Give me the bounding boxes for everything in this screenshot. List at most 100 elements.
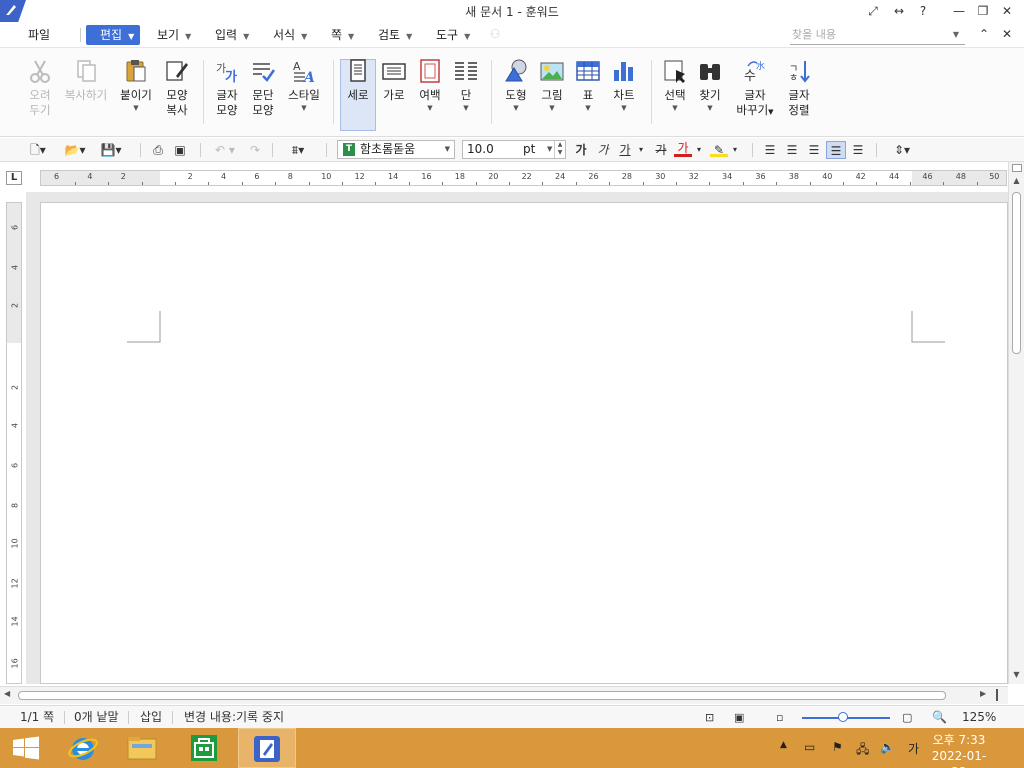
highlight-icon[interactable]: ✎ <box>710 141 728 157</box>
columns-button[interactable]: 단 ▼ <box>450 58 482 113</box>
select-button[interactable]: 선택 ▼ <box>658 58 692 113</box>
para-shape-button[interactable]: 문단 모양 <box>246 58 280 118</box>
print-preview-icon[interactable]: ▣ <box>170 141 190 159</box>
align-right-icon[interactable]: ☰ <box>804 141 824 159</box>
chart-button[interactable]: 차트 ▼ <box>606 58 642 113</box>
ruler-label: 14 <box>10 616 20 627</box>
tray-ime-indicator[interactable]: 가 <box>908 740 919 757</box>
font-name-select[interactable]: T 함초롬돋움 ▼ <box>337 140 455 159</box>
align-center-icon[interactable]: ☰ <box>782 141 802 159</box>
zoom-out-icon[interactable]: ▫ <box>776 710 783 725</box>
menu-format[interactable]: 서식 ▼ <box>267 25 313 45</box>
scroll-down-icon[interactable]: ▼ <box>1009 670 1024 679</box>
size-spinner[interactable]: ▲ ▼ <box>554 141 565 158</box>
align-justify-icon[interactable]: ☰ <box>826 141 846 159</box>
horizontal-scrollbar[interactable]: ◀ ▶ <box>0 686 1008 704</box>
track-changes-status[interactable]: 변경 내용:기록 중지 <box>184 710 284 725</box>
taskbar-hwp[interactable] <box>238 728 296 768</box>
insert-mode[interactable]: 삽입 <box>140 710 162 725</box>
open-folder-icon[interactable]: 📂▾ <box>60 141 90 159</box>
tray-expand-icon[interactable]: ▲ <box>780 740 787 750</box>
fit-width-icon[interactable]: ⊡ <box>705 710 714 725</box>
underline-dropdown-icon[interactable]: ▾ <box>635 141 647 159</box>
vertical-scroll-thumb[interactable] <box>1012 192 1021 354</box>
close-icon[interactable]: ✕ <box>998 3 1016 19</box>
scroll-split-h-icon[interactable] <box>996 689 1002 701</box>
horizontal-ruler[interactable]: 6 4 2 2 4 6 8 10 12 14 16 18 20 22 24 26 28 30 32 34 36 38 40 4… <box>40 170 1011 186</box>
zoom-magnifier-icon[interactable]: 🔍 <box>932 710 947 725</box>
landscape-button[interactable]: 가로 <box>378 58 410 103</box>
menu-insert[interactable]: 입력 ▼ <box>209 25 255 45</box>
font-size-select[interactable]: 10.0 pt ▼ ▲ ▼ <box>462 140 566 159</box>
bold-button[interactable]: 가 <box>572 141 590 159</box>
close-doc-icon[interactable]: ✕ <box>998 26 1016 42</box>
new-doc-icon[interactable]: 🗋▾ <box>26 141 50 159</box>
sort-button[interactable]: ㄱㅎ 글자 정렬 <box>782 58 816 118</box>
fullscreen-icon[interactable]: ⤢ <box>864 3 882 19</box>
document-page[interactable] <box>40 202 1008 684</box>
vertical-ruler[interactable]: 6 4 2 2 4 6 8 10 12 14 16 <box>6 202 22 684</box>
save-icon[interactable]: 💾▾ <box>96 141 126 159</box>
copy-button[interactable]: 복사하기 <box>62 58 110 103</box>
replace-button[interactable]: 수水 글자 바꾸기▼ <box>734 58 776 120</box>
zoom-in-icon[interactable]: ▢ <box>902 710 912 725</box>
menu-page[interactable]: 쪽 ▼ <box>325 25 360 45</box>
redo-icon[interactable]: ↷ <box>244 141 266 159</box>
taskbar-clock[interactable]: 오후 7:33 2022-01-23 <box>928 732 990 768</box>
scroll-right-icon[interactable]: ▶ <box>980 689 986 698</box>
scroll-left-icon[interactable]: ◀ <box>4 689 10 698</box>
char-shape-button[interactable]: 가가 글자 모양 <box>210 58 244 118</box>
menu-edit[interactable]: 편집 ▼ <box>86 25 141 45</box>
align-left-icon[interactable]: ☰ <box>760 141 780 159</box>
zoom-level[interactable]: 125% <box>962 710 996 725</box>
collapse-ribbon-icon[interactable]: ⌃ <box>975 26 993 42</box>
tray-volume-icon[interactable]: 🔈 <box>880 740 895 754</box>
underline-button[interactable]: 가 <box>616 141 634 159</box>
scroll-split-icon[interactable] <box>1012 164 1022 172</box>
menu-file[interactable]: 파일 <box>22 25 56 45</box>
align-distribute-icon[interactable]: ☰ <box>848 141 868 159</box>
picture-button[interactable]: 그림 ▼ <box>536 58 568 113</box>
horizontal-scroll-thumb[interactable] <box>18 691 946 700</box>
format-copy-button[interactable]: 모양 복사 <box>160 58 194 118</box>
paste-button[interactable]: 붙이기 ▼ <box>118 58 154 113</box>
cut-button[interactable]: 오려 두기 <box>22 58 58 118</box>
print-icon[interactable]: ⎙ <box>148 141 168 159</box>
taskbar-explorer[interactable] <box>113 728 171 768</box>
undo-icon[interactable]: ↶ ▾ <box>208 141 242 159</box>
taskbar-store[interactable] <box>175 728 233 768</box>
font-color-button[interactable]: 가 <box>674 141 692 157</box>
zoom-slider-handle[interactable] <box>838 712 849 722</box>
help-icon[interactable]: ? <box>914 3 932 19</box>
strikethrough-button[interactable]: 가 <box>652 141 670 159</box>
scroll-up-icon[interactable]: ▲ <box>1009 176 1024 185</box>
split-view-icon[interactable]: ↔ <box>890 3 908 19</box>
page-view-icon[interactable]: ▣ <box>734 710 744 725</box>
font-color-dropdown-icon[interactable]: ▾ <box>694 141 704 159</box>
tray-keyboard-icon[interactable]: ▭ <box>804 740 815 754</box>
share-icon[interactable]: ⚇ <box>486 26 504 42</box>
menu-view[interactable]: 보기 ▼ <box>151 25 197 45</box>
menu-tools[interactable]: 도구 ▼ <box>430 25 476 45</box>
find-button[interactable]: 찾기 ▼ <box>694 58 726 113</box>
search-input[interactable]: 찾을 내용 ▼ <box>790 26 965 45</box>
tray-network-icon[interactable]: 🖧 <box>856 740 869 761</box>
italic-button[interactable]: 가 <box>594 141 612 159</box>
minimize-icon[interactable]: — <box>950 3 968 19</box>
margin-button[interactable]: 여백 ▼ <box>414 58 446 113</box>
ruler-tab-selector[interactable]: L <box>6 171 22 185</box>
highlight-dropdown-icon[interactable]: ▾ <box>730 141 740 159</box>
page-indicator[interactable]: 1/1 쪽 <box>20 710 54 725</box>
vertical-scrollbar[interactable]: ▲ ▼ <box>1008 162 1024 684</box>
portrait-button[interactable]: 세로 <box>341 58 375 103</box>
line-spacing-icon[interactable]: ⇕▾ <box>886 141 918 159</box>
tray-flag-icon[interactable]: ⚑ <box>832 740 843 754</box>
shape-button[interactable]: 도형 ▼ <box>498 58 534 113</box>
style-button[interactable]: AA 스타일 ▼ <box>284 58 324 113</box>
table-button[interactable]: 표 ▼ <box>572 58 604 113</box>
restore-icon[interactable]: ❐ <box>974 3 992 19</box>
menu-review[interactable]: 검토 ▼ <box>372 25 418 45</box>
taskbar-ie[interactable] <box>55 728 113 768</box>
start-button[interactable] <box>0 728 58 768</box>
spellcheck-icon[interactable]: ⩩▾ <box>282 141 314 159</box>
